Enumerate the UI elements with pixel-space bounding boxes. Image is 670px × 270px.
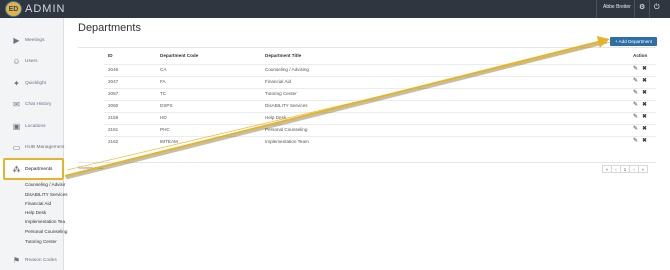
edit-icon[interactable]: ✎: [633, 102, 638, 109]
delete-icon[interactable]: ✖: [642, 114, 647, 121]
logo-text: ADMIN: [25, 3, 66, 15]
cell-code: HD: [160, 115, 167, 120]
cell-code: DSPS: [160, 103, 173, 108]
column-header-title[interactable]: Department Title: [265, 53, 301, 58]
edit-icon[interactable]: ✎: [633, 114, 638, 121]
showing-rows-text: Showing rows: [78, 165, 103, 170]
monitor-icon: ▭: [12, 143, 21, 152]
sidebar-item-label: Quicklight: [25, 81, 47, 86]
cell-id: 2060: [108, 103, 119, 108]
sidebar-item-locations[interactable]: ▣ Locations: [0, 116, 64, 137]
logo-badge: ED: [5, 1, 22, 17]
last-page-button[interactable]: »: [638, 165, 648, 173]
quicklight-icon: ✦: [13, 79, 20, 88]
cell-id: 2162: [108, 139, 119, 144]
edit-icon[interactable]: ✎: [633, 126, 638, 133]
sidebar-subitem[interactable]: Tutoring Center: [25, 239, 57, 244]
column-header-code[interactable]: Department Code: [160, 53, 198, 58]
sidebar-subitem[interactable]: Help Desk: [25, 210, 46, 215]
row-divider: [104, 112, 656, 113]
sidebar-item-hub-management[interactable]: ▭ HUB Management: [0, 137, 65, 158]
cell-title: Financial Aid: [265, 79, 292, 84]
row-divider: [104, 100, 656, 101]
gear-icon[interactable]: ⚙: [639, 3, 645, 13]
topbar-divider: [649, 0, 650, 18]
cell-id: 2161: [108, 127, 119, 132]
topbar-divider: [596, 0, 597, 18]
sidebar-item-label: Meetings: [25, 38, 45, 43]
sidebar-item-label: Locations: [25, 124, 46, 129]
divider: [78, 162, 656, 163]
column-header-id[interactable]: ID: [108, 53, 113, 58]
top-bar: ED ADMIN Abbe Breiter ⚙ ⏻: [0, 0, 670, 18]
cell-code: TC: [160, 91, 167, 96]
sidebar-item-reason-codes[interactable]: ⚑ Reason Codes: [0, 250, 64, 270]
cell-code: CA: [160, 67, 167, 72]
sidebar-item-users[interactable]: ☺ Users: [0, 51, 64, 72]
sidebar-item-label: Reason Codes: [25, 258, 57, 263]
delete-icon[interactable]: ✖: [642, 78, 647, 85]
app-logo[interactable]: ED ADMIN: [5, 1, 65, 17]
cell-code: IMTEAM: [160, 139, 178, 144]
delete-icon[interactable]: ✖: [642, 102, 647, 109]
video-camera-icon: ▶: [13, 36, 20, 45]
cell-title: DisABILITY Services: [265, 103, 308, 108]
divider: [78, 47, 656, 48]
highlight-box: [3, 158, 64, 180]
power-icon[interactable]: ⏻: [654, 3, 660, 13]
cell-title: Implementation Team: [265, 139, 309, 144]
row-divider: [104, 88, 656, 89]
sidebar-subitem[interactable]: Financial Aid: [25, 201, 51, 206]
cell-code: FA: [160, 79, 166, 84]
users-icon: ☺: [12, 57, 21, 66]
delete-icon[interactable]: ✖: [642, 66, 647, 73]
edit-icon[interactable]: ✎: [633, 66, 638, 73]
annotation-arrow-add: [64, 36, 610, 177]
column-header-action: Action: [633, 53, 648, 58]
user-name[interactable]: Abbe Breiter: [603, 4, 631, 10]
sidebar-item-label: Chat History: [25, 102, 52, 107]
cell-id: 2057: [108, 91, 119, 96]
sidebar-item-label: Users: [25, 59, 38, 64]
delete-icon[interactable]: ✖: [642, 90, 647, 97]
cell-id: 2047: [108, 79, 119, 84]
delete-icon[interactable]: ✖: [642, 138, 647, 145]
cell-title: Personal Counseling: [265, 127, 308, 132]
cell-id: 2159: [108, 115, 119, 120]
cell-title: Help Desk: [265, 115, 287, 120]
chat-icon: ✉: [13, 100, 20, 109]
sidebar-item-chat-history[interactable]: ✉ Chat History: [0, 94, 64, 115]
sidebar-subitem[interactable]: Personal Counseling: [25, 229, 67, 234]
sidebar-subitem[interactable]: Counseling / Advisir: [25, 182, 65, 187]
annotation-arrows: [64, 36, 611, 180]
row-divider: [104, 64, 656, 65]
sidebar-item-quicklight[interactable]: ✦ Quicklight: [0, 73, 64, 94]
cell-id: 2046: [108, 67, 119, 72]
row-divider: [104, 124, 656, 125]
row-divider: [104, 76, 656, 77]
cell-title: Counseling / Advising: [265, 67, 309, 72]
cell-code: PHC: [160, 127, 170, 132]
add-department-button[interactable]: + Add Department: [610, 37, 657, 46]
page-title: Departments: [78, 22, 141, 34]
flag-icon: ⚑: [12, 256, 21, 265]
pagination: «‹ 1 ›»: [602, 165, 648, 173]
sidebar-item-meetings[interactable]: ▶ Meetings: [0, 30, 64, 51]
sidebar-subitem[interactable]: Implementation Tea: [25, 219, 65, 224]
delete-icon[interactable]: ✖: [642, 126, 647, 133]
building-icon: ▣: [12, 122, 21, 131]
edit-icon[interactable]: ✎: [633, 138, 638, 145]
edit-icon[interactable]: ✎: [633, 78, 638, 85]
cell-title: Tutoring Center: [265, 91, 297, 96]
edit-icon[interactable]: ✎: [633, 90, 638, 97]
annotation-arrow-thin: [66, 41, 611, 171]
sidebar-subitem[interactable]: DisABILITY Services: [25, 192, 68, 197]
sidebar-item-label: HUB Management: [25, 145, 65, 150]
annotation-arrow-shadow: [65, 40, 608, 180]
topbar-divider: [634, 0, 635, 18]
row-divider: [104, 136, 656, 137]
